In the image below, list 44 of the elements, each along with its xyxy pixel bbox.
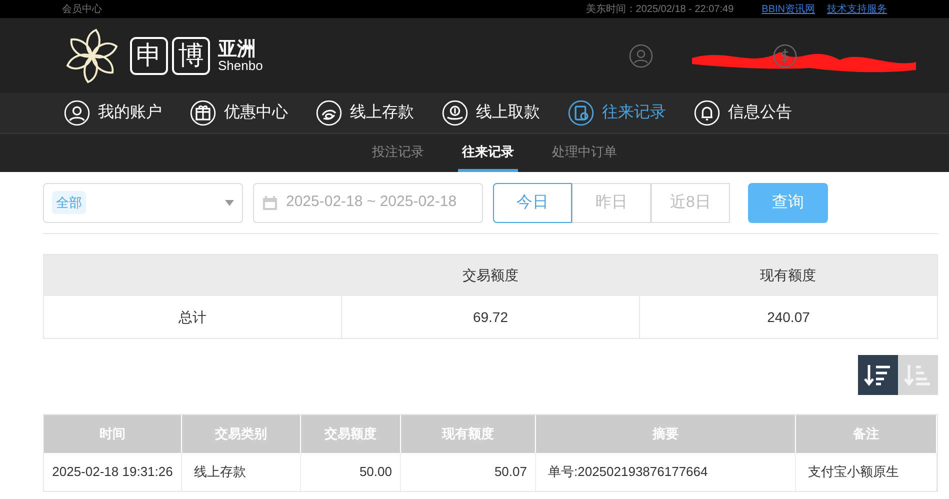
date-range-value: 2025-02-18 ~ 2025-02-18: [286, 192, 457, 212]
summary-header: 交易额度: [462, 266, 518, 285]
sort-ascending-icon: [903, 362, 933, 388]
gift-icon: [190, 100, 216, 126]
table-cell: 50.07: [401, 453, 536, 491]
main-nav-tab[interactable]: 我的账户: [64, 100, 162, 126]
summary-cell-text: 总计: [178, 308, 208, 326]
summary-cell: 240.07: [639, 296, 937, 338]
main-nav-tab[interactable]: 线上存款: [316, 100, 414, 126]
sort-button[interactable]: [858, 355, 898, 395]
records-icon: [568, 100, 594, 126]
sub-nav-tab[interactable]: 处理中订单: [548, 134, 621, 172]
eastern-time-text: 美东时间：2025/02/18 - 22:07:49: [586, 2, 734, 16]
table-cell: 线上存款: [182, 453, 301, 491]
logo-title: 亚洲: [218, 40, 257, 58]
coin-icon: [773, 44, 797, 68]
table-cell: 单号:202502193876177664: [536, 453, 796, 491]
calendar-icon: [262, 194, 278, 210]
member-center-link[interactable]: 会员中心: [62, 2, 102, 16]
top-link[interactable]: 技术支持服务: [827, 2, 887, 16]
table-cell: 50.00: [301, 453, 401, 491]
logo-character: 申: [130, 36, 168, 74]
logo-character: 博: [172, 36, 210, 74]
summary-header: 现有额度: [760, 266, 816, 285]
table-cell: 2025-02-18 19:31:26: [44, 453, 182, 491]
sub-nav-tab[interactable]: 投注记录: [368, 134, 428, 172]
caret-icon: [225, 200, 234, 206]
date-range-button[interactable]: 今日: [493, 182, 572, 222]
main-nav-tab[interactable]: 线上取款: [442, 100, 540, 126]
bell-icon: [694, 100, 720, 126]
main-nav-tab[interactable]: 优惠中心: [190, 100, 288, 126]
summary-cell: 69.72: [341, 296, 639, 338]
sort-descending-icon: [863, 362, 893, 388]
withdraw-icon: [442, 100, 468, 126]
main-nav-tab[interactable]: 信息公告: [694, 100, 792, 126]
logo-subtitle: Shenbo: [218, 58, 263, 72]
main-nav-tab[interactable]: 往来记录: [568, 100, 666, 126]
deposit-icon: [316, 100, 342, 126]
user-icon: [64, 100, 90, 126]
top-link[interactable]: BBIN资讯网: [762, 2, 815, 16]
table-cell: 支付宝小额原生: [796, 453, 937, 491]
sub-nav-tab[interactable]: 往来记录: [458, 134, 518, 172]
type-tag: 全部: [52, 190, 86, 214]
user-icon: [629, 44, 653, 68]
